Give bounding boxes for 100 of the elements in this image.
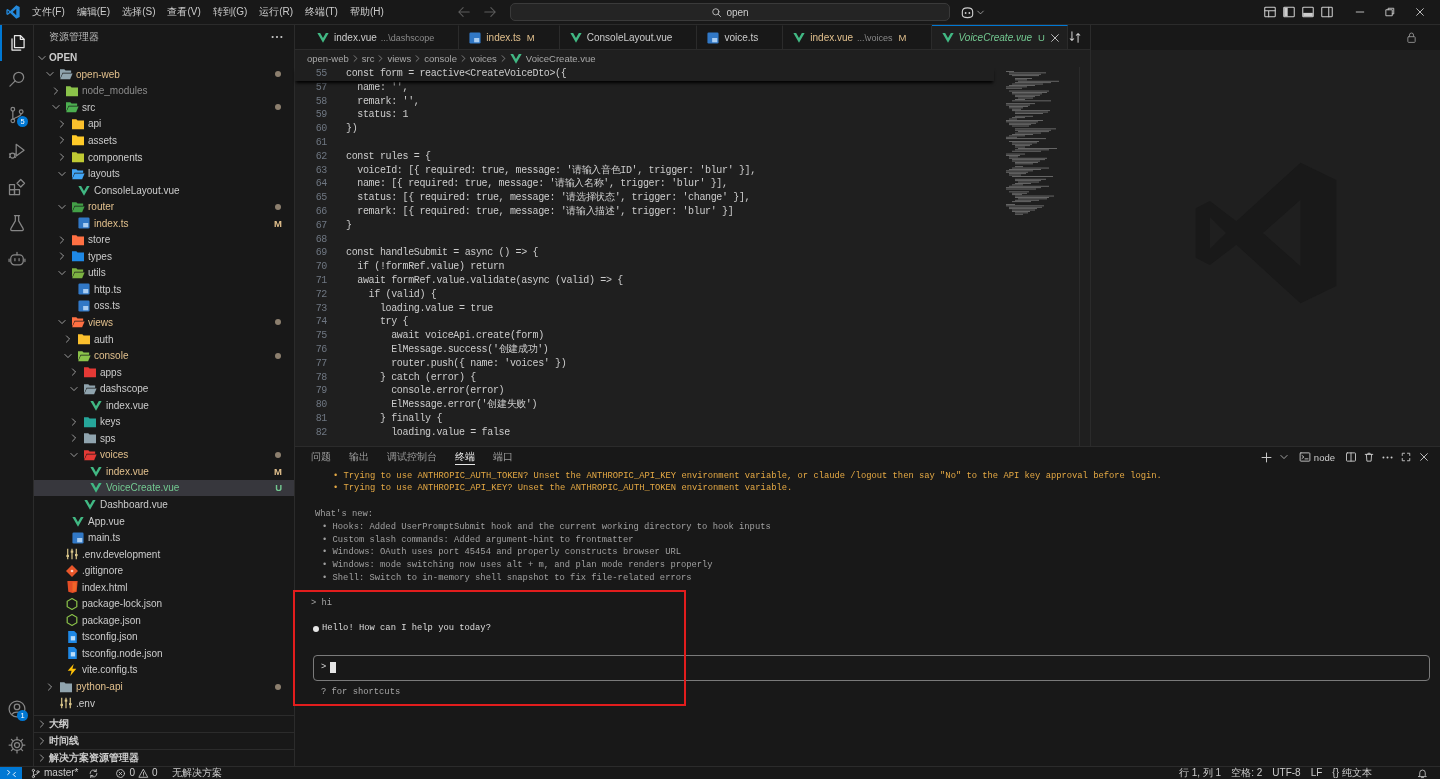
folder-item[interactable]: dashscope [34, 380, 294, 397]
menu-item[interactable]: 查看(V) [161, 3, 207, 21]
folder-item[interactable]: console [34, 347, 294, 364]
prompt-input-field[interactable]: > [313, 654, 1430, 681]
breadcrumb-item[interactable]: src [361, 53, 375, 64]
folder-item[interactable]: assets [34, 132, 294, 149]
panel-tab[interactable]: 输出 [349, 449, 369, 465]
trash-icon[interactable] [1363, 451, 1375, 463]
line-number: 71 [314, 273, 327, 288]
status-item[interactable]: UTF-8 [1267, 767, 1306, 779]
folder-item[interactable]: sps [34, 430, 294, 447]
file-item[interactable]: index.html [34, 578, 294, 596]
section-header[interactable]: 时间线 [34, 732, 294, 749]
close-icon[interactable] [1414, 6, 1426, 18]
folder-item[interactable]: utils [34, 264, 294, 282]
folder-item[interactable]: voices [34, 446, 294, 464]
file-item[interactable]: vite.config.ts [34, 661, 294, 679]
close-icon[interactable] [1048, 31, 1061, 44]
file-item[interactable]: index.vue M [34, 463, 294, 480]
maximize-icon[interactable] [1400, 451, 1412, 463]
folder-item[interactable]: keys [34, 413, 294, 431]
close-icon[interactable] [1418, 451, 1430, 463]
section-header[interactable]: 大纲 [34, 715, 294, 732]
split-terminal-icon[interactable] [1345, 451, 1357, 463]
folder-item[interactable]: python-api [34, 678, 294, 695]
menu-item[interactable]: 编辑(E) [70, 3, 117, 21]
swap-arrows-icon[interactable] [1067, 30, 1082, 44]
folder-item[interactable]: types [34, 248, 294, 265]
file-item[interactable]: .env [34, 694, 294, 712]
menu-item[interactable]: 终端(T) [299, 3, 344, 21]
file-item[interactable]: package.json [34, 612, 294, 629]
panel-tab[interactable]: 问题 [311, 449, 331, 465]
status-item[interactable]: 空格: 2 [1226, 767, 1268, 779]
folder-item[interactable]: open-web [34, 66, 294, 83]
editor-tab[interactable]: voice.ts [697, 25, 784, 49]
file-item[interactable]: index.ts M [34, 214, 294, 232]
section-header[interactable]: OPEN [34, 49, 294, 66]
menu-item[interactable]: 帮助(H) [343, 3, 390, 21]
editor-tab[interactable]: index.vue ...\voices M [783, 25, 932, 49]
editor-tab[interactable]: VoiceCreate.vue U [931, 25, 1068, 49]
file-item[interactable]: VoiceCreate.vue U [34, 479, 294, 497]
terminal-tab[interactable]: node [1298, 451, 1335, 463]
file-item[interactable]: App.vue [34, 512, 294, 530]
file-item[interactable]: http.ts [34, 281, 294, 298]
plus-icon[interactable] [1259, 450, 1273, 464]
lock-icon[interactable] [1405, 31, 1418, 44]
layout-icon[interactable] [1263, 5, 1277, 19]
file-item[interactable]: tsconfig.node.json [34, 645, 294, 662]
folder-item[interactable]: api [34, 115, 294, 133]
breadcrumb-item[interactable]: voices [469, 53, 497, 64]
file-item[interactable]: .gitignore [34, 562, 294, 579]
panel-toggle-icon[interactable] [1301, 5, 1315, 19]
breadcrumb-item[interactable]: VoiceCreate.vue [509, 53, 596, 64]
restore-icon[interactable] [1384, 6, 1396, 18]
folder-item[interactable]: store [34, 231, 294, 248]
panel-tab[interactable]: 端口 [493, 449, 513, 465]
editor-tab[interactable]: ConsoleLayout.vue [559, 25, 698, 49]
menu-item[interactable]: 转到(G) [206, 3, 254, 21]
file-item[interactable]: package-lock.json [34, 595, 294, 613]
bell-icon[interactable] [1417, 767, 1428, 779]
menu-item[interactable]: 选择(S) [116, 3, 162, 21]
status-item[interactable]: 行 1, 列 1 [1173, 767, 1227, 779]
folder-item[interactable]: apps [34, 363, 294, 381]
file-item[interactable]: oss.ts [34, 297, 294, 315]
file-item[interactable]: main.ts [34, 529, 294, 546]
status-item[interactable]: 无解决方案 [166, 767, 227, 779]
breadcrumb-item[interactable]: console [424, 53, 457, 64]
editor-tab[interactable]: index.vue ...\dashscope [307, 25, 460, 49]
breadcrumb-item[interactable]: views [387, 53, 412, 64]
line-number: 60 [314, 122, 327, 136]
secondary-sidebar-icon[interactable] [1320, 5, 1334, 19]
branch-status-item[interactable]: master* [25, 767, 84, 779]
menu-item[interactable]: 运行(R) [253, 3, 300, 21]
file-item[interactable]: .env.development [34, 545, 294, 563]
folder-item[interactable]: node_modules [34, 82, 294, 100]
panel-tab[interactable]: 终端 [455, 449, 475, 465]
file-item[interactable]: ConsoleLayout.vue [34, 181, 294, 199]
folder-item[interactable]: router [34, 198, 294, 215]
command-center[interactable]: open [510, 3, 950, 21]
sync-icon[interactable] [88, 767, 100, 779]
hexagon-icon [66, 597, 78, 610]
status-item[interactable]: LF [1305, 767, 1328, 779]
folder-item[interactable]: views [34, 314, 294, 331]
file-item[interactable]: tsconfig.json [34, 628, 294, 646]
panel-tab[interactable]: 调试控制台 [387, 449, 437, 465]
folder-item[interactable]: src [34, 99, 294, 116]
folder-item[interactable]: auth [34, 330, 294, 348]
extensions-icon [6, 177, 27, 197]
file-item[interactable]: Dashboard.vue [34, 496, 294, 513]
editor-tab[interactable]: index.ts M [459, 25, 560, 49]
problems-status-item[interactable]: 0 0 [110, 767, 163, 779]
menu-item[interactable]: 文件(F) [26, 3, 71, 21]
file-item[interactable]: index.vue [34, 396, 294, 414]
breadcrumb-item[interactable]: open-web [307, 53, 349, 64]
language-status-item[interactable]: {} 纯文本 [1327, 767, 1377, 779]
primary-sidebar-icon[interactable] [1282, 5, 1296, 19]
code-line: ElMessage.error('创建失败') [390, 398, 538, 412]
folder-item[interactable]: layouts [34, 165, 294, 182]
folder-item[interactable]: components [34, 148, 294, 166]
robot-face-icon[interactable] [960, 4, 975, 20]
